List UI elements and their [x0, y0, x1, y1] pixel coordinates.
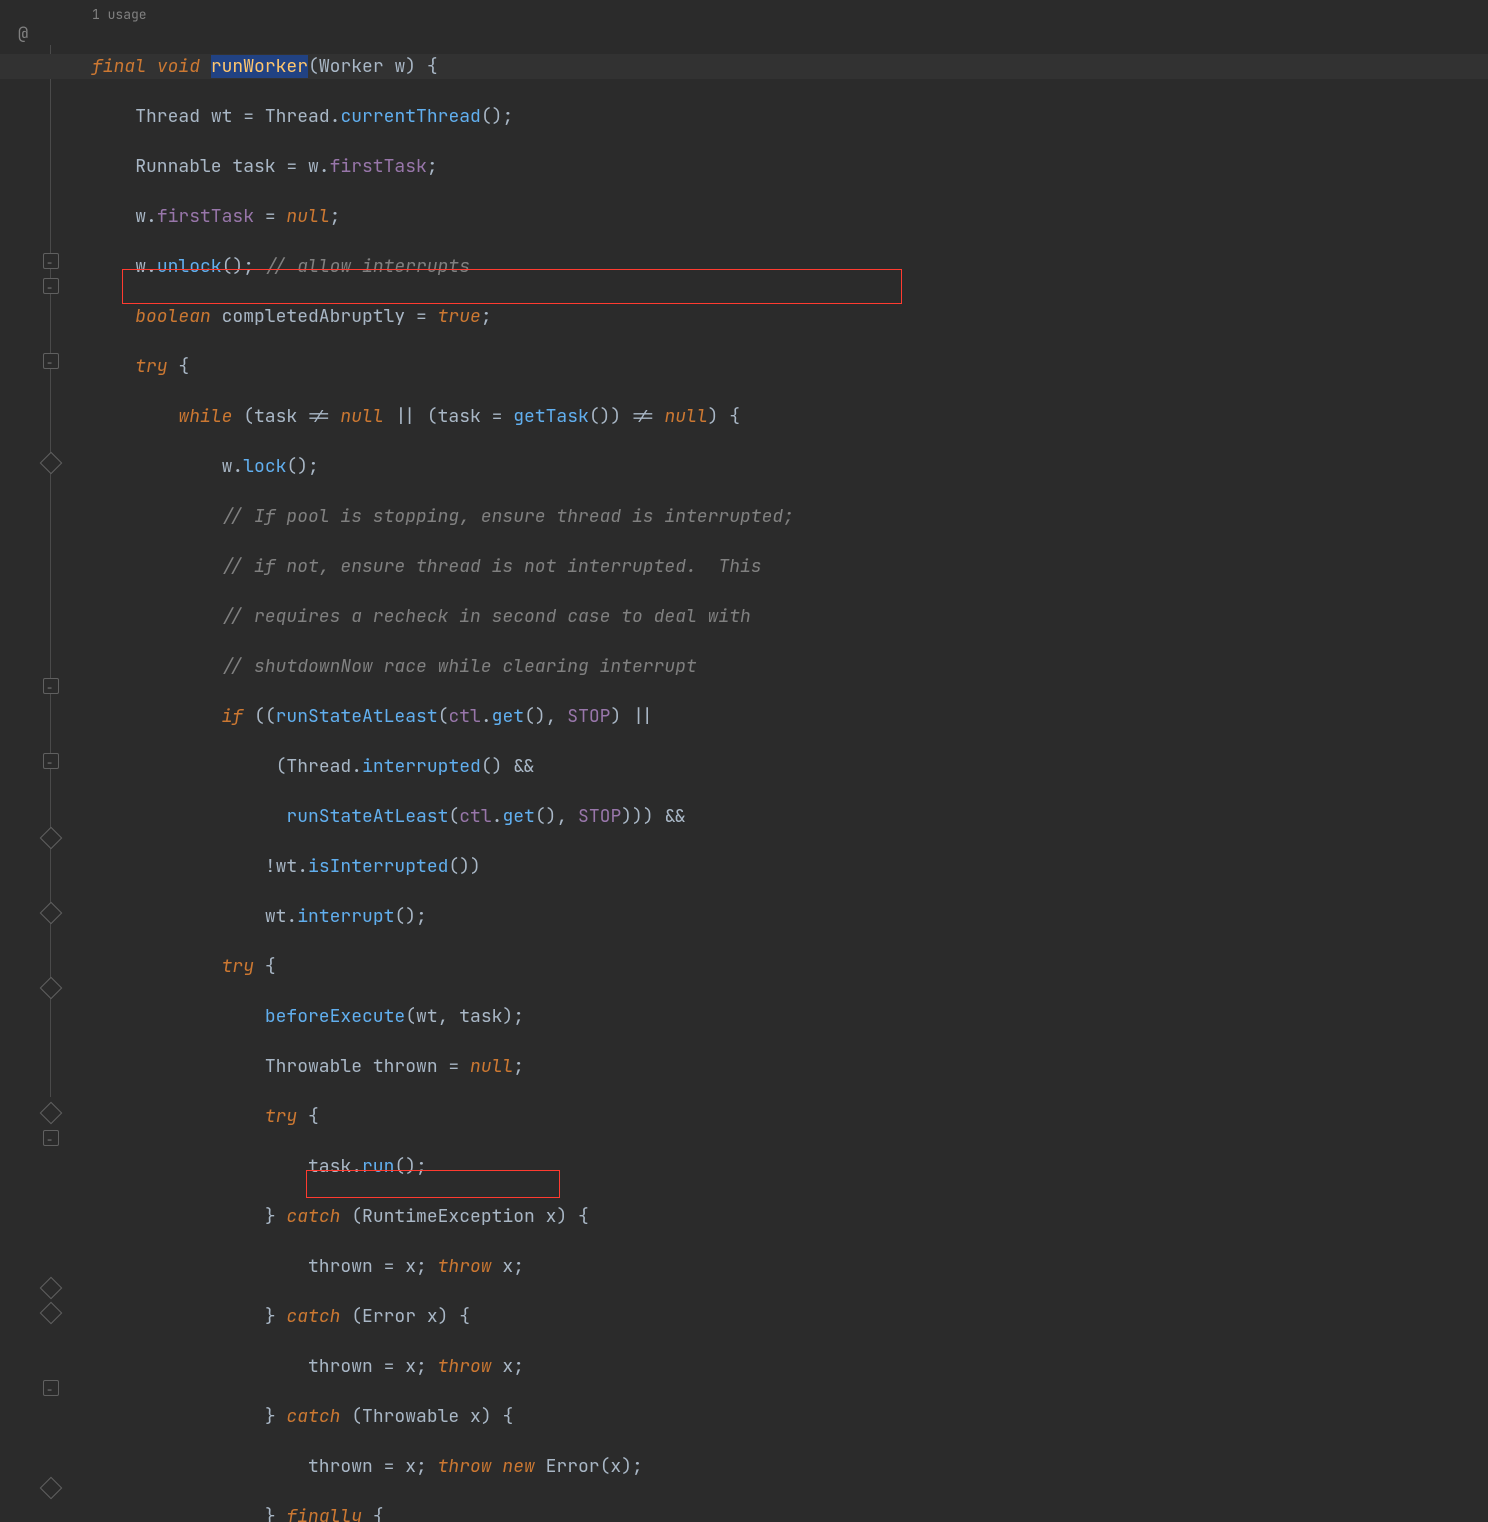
code-line[interactable]: wt.interrupt();	[92, 904, 1488, 929]
code-line[interactable]: try {	[92, 354, 1488, 379]
code-line[interactable]: if ((runStateAtLeast(ctl.get(), STOP) ||	[92, 704, 1488, 729]
code-line[interactable]: !wt.isInterrupted())	[92, 854, 1488, 879]
bookmark-icon[interactable]	[40, 1477, 63, 1500]
code-line[interactable]: beforeExecute(wt, task);	[92, 1004, 1488, 1029]
usage-hint[interactable]: 1 usage	[0, 0, 1488, 29]
code-line[interactable]: (Thread.interrupted() &&	[92, 754, 1488, 779]
code-area[interactable]: final void runWorker(Worker w) { Thread …	[0, 29, 1488, 1522]
code-line[interactable]: try {	[92, 1104, 1488, 1129]
code-line[interactable]: boolean completedAbruptly = true;	[92, 304, 1488, 329]
code-line[interactable]: Throwable thrown = null;	[92, 1054, 1488, 1079]
code-line[interactable]: w.lock();	[92, 454, 1488, 479]
code-line[interactable]: } catch (Error x) {	[92, 1304, 1488, 1329]
bookmark-icon[interactable]	[40, 452, 63, 475]
fold-toggle-icon[interactable]	[43, 353, 59, 369]
gutter	[0, 0, 60, 1522]
code-editor[interactable]: 1 usage @ final void runWorker(Worker w)…	[0, 0, 1488, 1522]
fold-toggle-icon[interactable]	[43, 753, 59, 769]
code-line[interactable]: try {	[92, 954, 1488, 979]
code-line[interactable]: Thread wt = Thread.currentThread();	[92, 104, 1488, 129]
code-line[interactable]: thrown = x; throw x;	[92, 1354, 1488, 1379]
fold-toggle-icon[interactable]	[43, 253, 59, 269]
code-line[interactable]: // requires a recheck in second case to …	[92, 604, 1488, 629]
code-line[interactable]: w.firstTask = null;	[92, 204, 1488, 229]
code-line[interactable]: final void runWorker(Worker w) {	[0, 54, 1488, 79]
code-line[interactable]: while (task != null || (task = getTask()…	[92, 404, 1488, 429]
code-line[interactable]: task.run();	[92, 1154, 1488, 1179]
code-line[interactable]: Runnable task = w.firstTask;	[92, 154, 1488, 179]
code-line[interactable]: thrown = x; throw new Error(x);	[92, 1454, 1488, 1479]
fold-toggle-icon[interactable]	[43, 678, 59, 694]
bookmark-icon[interactable]	[40, 902, 63, 925]
code-line[interactable]: } finally {	[92, 1504, 1488, 1522]
code-line[interactable]: thrown = x; throw x;	[92, 1254, 1488, 1279]
fold-toggle-icon[interactable]	[43, 278, 59, 294]
code-line[interactable]: // if not, ensure thread is not interrup…	[92, 554, 1488, 579]
fold-toggle-icon[interactable]	[43, 1380, 59, 1396]
code-line[interactable]: runStateAtLeast(ctl.get(), STOP))) &&	[92, 804, 1488, 829]
bookmark-icon[interactable]	[40, 1302, 63, 1325]
fold-toggle-icon[interactable]	[43, 1130, 59, 1146]
bookmark-icon[interactable]	[40, 1102, 63, 1125]
code-line[interactable]: w.unlock(); // allow interrupts	[92, 254, 1488, 279]
code-line[interactable]: } catch (RuntimeException x) {	[92, 1204, 1488, 1229]
code-line[interactable]: // If pool is stopping, ensure thread is…	[92, 504, 1488, 529]
bookmark-icon[interactable]	[40, 977, 63, 1000]
code-line[interactable]: // shutdownNow race while clearing inter…	[92, 654, 1488, 679]
bookmark-icon[interactable]	[40, 827, 63, 850]
bookmark-icon[interactable]	[40, 1277, 63, 1300]
code-line[interactable]: } catch (Throwable x) {	[92, 1404, 1488, 1429]
